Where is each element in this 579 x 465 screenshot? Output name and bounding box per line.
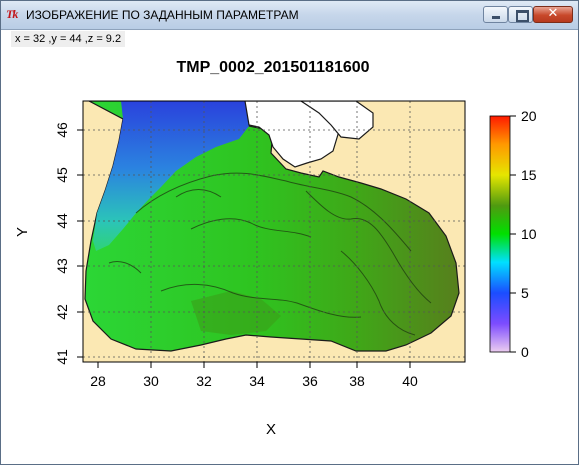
- y-axis-title: Y: [14, 227, 31, 237]
- y-axis-ticks: [77, 129, 83, 358]
- colorbar-labels: 20 15 10 5 0: [521, 108, 537, 360]
- x-tick-label: 38: [349, 373, 365, 389]
- colorbar-label: 5: [521, 285, 529, 301]
- x-tick-label: 40: [402, 373, 418, 389]
- x-tick-label: 28: [90, 373, 106, 389]
- app-window: Tk ИЗОБРАЖЕНИЕ ПО ЗАДАННЫМ ПАРАМЕТРАМ ✕ …: [0, 0, 579, 465]
- colorbar-label: 0: [521, 344, 529, 360]
- plot-title: TMP_0002_201501181600: [176, 59, 369, 76]
- y-tick-label: 43: [54, 258, 70, 274]
- y-axis-labels: 41 42 43 44 45 46: [54, 122, 70, 365]
- colorbar: [489, 115, 511, 353]
- y-tick-label: 44: [54, 213, 70, 229]
- x-tick-label: 30: [143, 373, 159, 389]
- x-axis-ticks: [97, 362, 411, 368]
- y-tick-label: 45: [54, 167, 70, 183]
- x-axis-title: X: [266, 421, 276, 438]
- colorbar-label: 15: [521, 167, 537, 183]
- colorbar-ticks: [510, 115, 516, 353]
- x-tick-label: 34: [249, 373, 265, 389]
- y-tick-label: 41: [54, 349, 70, 365]
- temperature-map-plot[interactable]: TMP_0002_201501181600 28 30 32 34 36 38 …: [1, 1, 578, 464]
- x-tick-label: 36: [302, 373, 318, 389]
- map-area: [83, 101, 465, 362]
- y-tick-label: 42: [54, 304, 70, 320]
- y-tick-label: 46: [54, 122, 70, 138]
- x-axis-labels: 28 30 32 34 36 38 40: [90, 373, 418, 389]
- x-tick-label: 32: [196, 373, 212, 389]
- colorbar-label: 10: [521, 226, 537, 242]
- colorbar-label: 20: [521, 108, 537, 124]
